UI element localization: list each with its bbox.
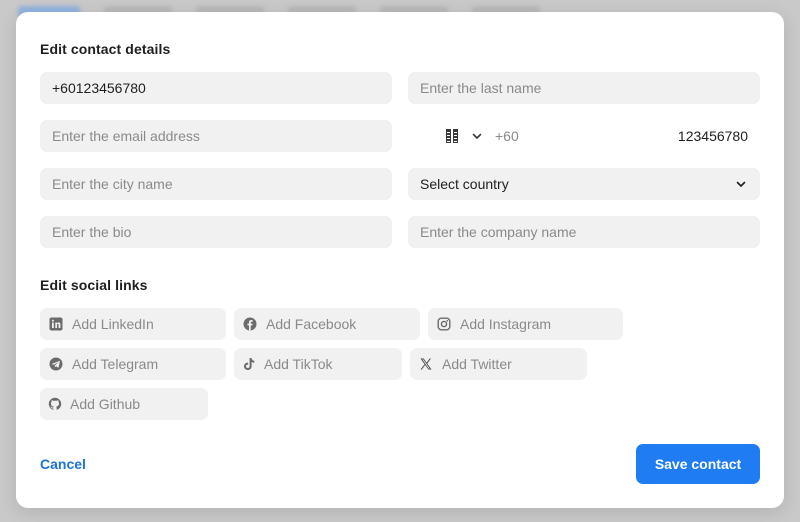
country-select-value: Select country xyxy=(420,176,509,192)
github-icon xyxy=(48,396,62,412)
tiktok-input[interactable] xyxy=(264,356,404,372)
instagram-icon xyxy=(436,316,452,332)
facebook-input[interactable] xyxy=(266,316,406,332)
linkedin-field[interactable] xyxy=(40,308,226,340)
phone-field[interactable]: +60 123456780 xyxy=(408,120,760,152)
company-input[interactable] xyxy=(408,216,760,248)
x-twitter-icon xyxy=(418,356,434,372)
flag-icon[interactable] xyxy=(446,129,458,143)
github-field[interactable] xyxy=(40,388,210,420)
phone-number-input[interactable]: 123456780 xyxy=(678,120,748,152)
telegram-input[interactable] xyxy=(72,356,212,372)
chevron-down-icon[interactable] xyxy=(470,129,484,143)
city-input[interactable] xyxy=(40,168,392,200)
bio-input[interactable] xyxy=(40,216,392,248)
cancel-button[interactable]: Cancel xyxy=(40,444,86,484)
facebook-field[interactable] xyxy=(234,308,420,340)
github-input[interactable] xyxy=(70,396,210,412)
tiktok-icon xyxy=(242,356,256,372)
social-section-title: Edit social links xyxy=(40,277,148,293)
first-name-input[interactable] xyxy=(40,72,392,104)
twitter-input[interactable] xyxy=(442,356,582,372)
instagram-field[interactable] xyxy=(428,308,623,340)
dial-code: +60 xyxy=(495,128,519,144)
linkedin-icon xyxy=(48,316,64,332)
email-input[interactable] xyxy=(40,120,392,152)
facebook-icon xyxy=(242,316,258,332)
telegram-field[interactable] xyxy=(40,348,226,380)
chevron-down-icon xyxy=(736,181,746,187)
instagram-input[interactable] xyxy=(460,316,600,332)
tiktok-field[interactable] xyxy=(234,348,404,380)
telegram-icon xyxy=(48,356,64,372)
country-select[interactable]: Select country xyxy=(408,168,760,200)
save-contact-button[interactable]: Save contact xyxy=(636,444,760,484)
edit-contact-modal: Edit contact details +60 123456780 Selec… xyxy=(16,12,784,508)
contact-section-title: Edit contact details xyxy=(40,41,171,57)
last-name-input[interactable] xyxy=(408,72,760,104)
twitter-field[interactable] xyxy=(410,348,587,380)
linkedin-input[interactable] xyxy=(72,316,212,332)
